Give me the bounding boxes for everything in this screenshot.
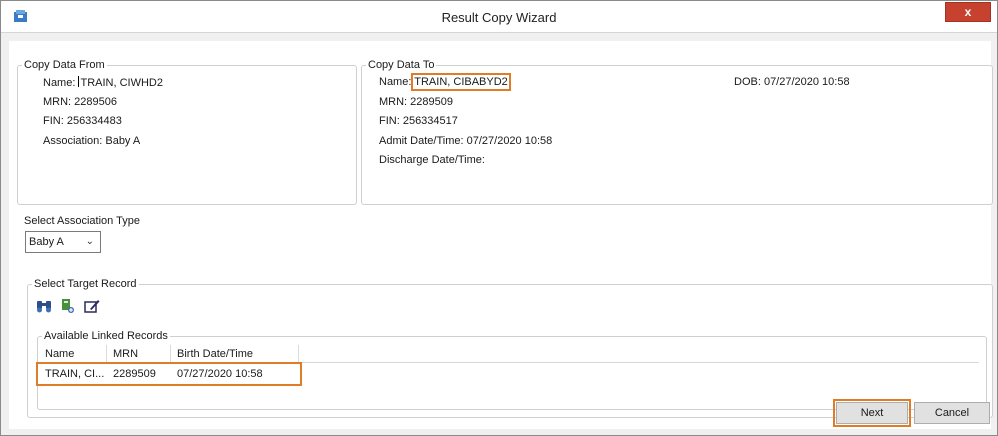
column-header-mrn[interactable]: MRN <box>107 345 171 363</box>
to-name-label: Name: <box>379 76 412 88</box>
binoculars-icon[interactable] <box>35 297 53 315</box>
to-mrn: MRN: 2289509 <box>379 96 453 108</box>
to-fin: FIN: 256334517 <box>379 115 458 127</box>
association-selected-value: Baby A <box>29 236 64 248</box>
close-button[interactable]: x <box>945 2 991 22</box>
chevron-down-icon: ⌄ <box>85 236 94 247</box>
next-button[interactable]: Next <box>833 399 911 427</box>
column-header-birth-date-time[interactable]: Birth Date/Time <box>171 345 299 363</box>
available-linked-records-legend: Available Linked Records <box>44 330 168 342</box>
from-mrn: MRN: 2289506 <box>43 96 117 108</box>
from-association: Association: Baby A <box>43 135 141 147</box>
to-name-value: TRAIN, CIBABYD2 <box>411 73 511 91</box>
from-name-value: TRAIN, CIWHD2 <box>80 77 163 89</box>
row-birth-date-time: 07/27/2020 10:58 <box>177 368 263 380</box>
to-admit: Admit Date/Time: 07/27/2020 10:58 <box>379 135 553 147</box>
from-name-line: Name: TRAIN, CIWHD2 <box>43 76 163 89</box>
copy-data-to-legend: Copy Data To <box>368 59 435 71</box>
association-type-label: Select Association Type <box>24 215 140 227</box>
copy-data-from-legend: Copy Data From <box>24 59 105 71</box>
row-name: TRAIN, CI... <box>45 368 105 380</box>
edit-icon[interactable] <box>83 297 101 315</box>
row-mrn: 2289509 <box>113 368 156 380</box>
target-toolbar <box>35 297 101 319</box>
from-name-label: Name: <box>43 77 76 89</box>
select-target-record-legend: Select Target Record <box>34 278 137 290</box>
result-copy-wizard-window: Result Copy Wizard x Copy Data From Name… <box>0 0 998 436</box>
column-header-name[interactable]: Name <box>39 345 107 363</box>
association-type-select[interactable]: Baby A ⌄ <box>25 231 101 253</box>
window-title: Result Copy Wizard <box>441 10 557 25</box>
to-discharge: Discharge Date/Time: <box>379 154 485 166</box>
table-row[interactable]: TRAIN, CI... 2289509 07/27/2020 10:58 <box>36 362 302 386</box>
to-name-line: Name: TRAIN, CIBABYD2 <box>379 73 511 91</box>
from-fin: FIN: 256334483 <box>43 115 122 127</box>
to-dob: DOB: 07/27/2020 10:58 <box>734 76 850 88</box>
title-bar[interactable]: Result Copy Wizard x <box>1 1 997 33</box>
linked-records-header: Name MRN Birth Date/Time <box>39 345 979 363</box>
add-record-icon[interactable] <box>59 297 77 315</box>
cancel-button[interactable]: Cancel <box>914 402 990 424</box>
